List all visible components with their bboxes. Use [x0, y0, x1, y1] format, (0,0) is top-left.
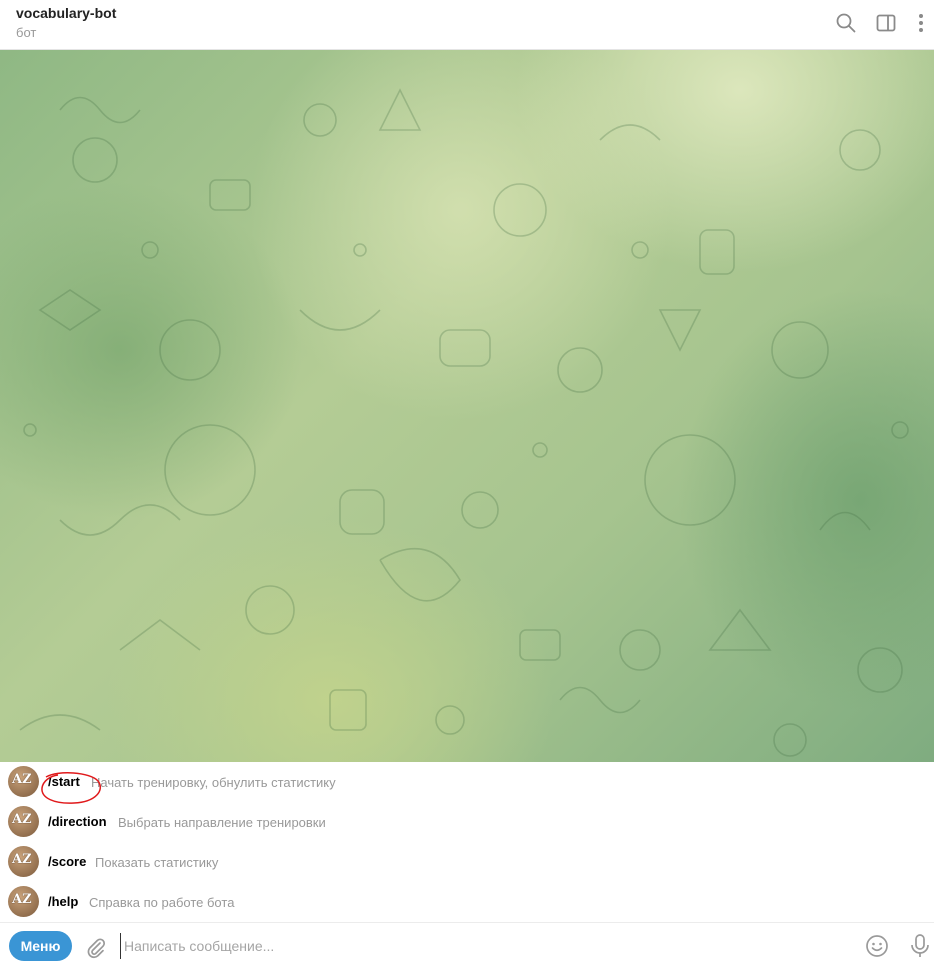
message-composer: Меню: [0, 922, 934, 964]
command-description: Начать тренировку, обнулить статистику: [91, 775, 336, 790]
command-description: Справка по работе бота: [89, 895, 235, 910]
command-description: Показать статистику: [95, 855, 219, 870]
command-name: /start: [48, 774, 80, 789]
emoji-icon[interactable]: [865, 934, 889, 958]
chat-background: [0, 50, 934, 762]
command-name: /help: [48, 894, 79, 909]
command-description: Выбрать направление тренировки: [118, 815, 326, 830]
chat-subtitle: бот: [16, 25, 37, 40]
menu-button[interactable]: Меню: [9, 931, 72, 961]
bot-avatar: AZ: [8, 766, 39, 797]
chat-header: vocabulary-bot бот: [0, 0, 934, 50]
sidebar-toggle-icon[interactable]: [875, 12, 897, 34]
search-icon[interactable]: [835, 12, 857, 34]
bot-commands-list: AZ /start Начать тренировку, обнулить ст…: [0, 762, 934, 922]
bot-avatar: AZ: [8, 846, 39, 877]
bot-avatar: AZ: [8, 806, 39, 837]
more-vertical-icon[interactable]: [910, 12, 932, 34]
doodle-pattern: [19, 88, 909, 757]
bot-avatar: AZ: [8, 886, 39, 917]
command-item[interactable]: AZ /direction Выбрать направление тренир…: [0, 802, 934, 842]
microphone-icon[interactable]: [908, 933, 932, 959]
paperclip-icon[interactable]: [83, 935, 107, 959]
command-item[interactable]: AZ /score Показать статистику: [0, 842, 934, 882]
command-name: /score: [48, 854, 87, 869]
message-input[interactable]: [120, 933, 840, 959]
chat-title[interactable]: vocabulary-bot: [16, 5, 116, 21]
command-item[interactable]: AZ /start Начать тренировку, обнулить ст…: [0, 762, 934, 802]
command-item[interactable]: AZ /help Справка по работе бота: [0, 882, 934, 922]
command-name: /direction: [48, 814, 107, 829]
